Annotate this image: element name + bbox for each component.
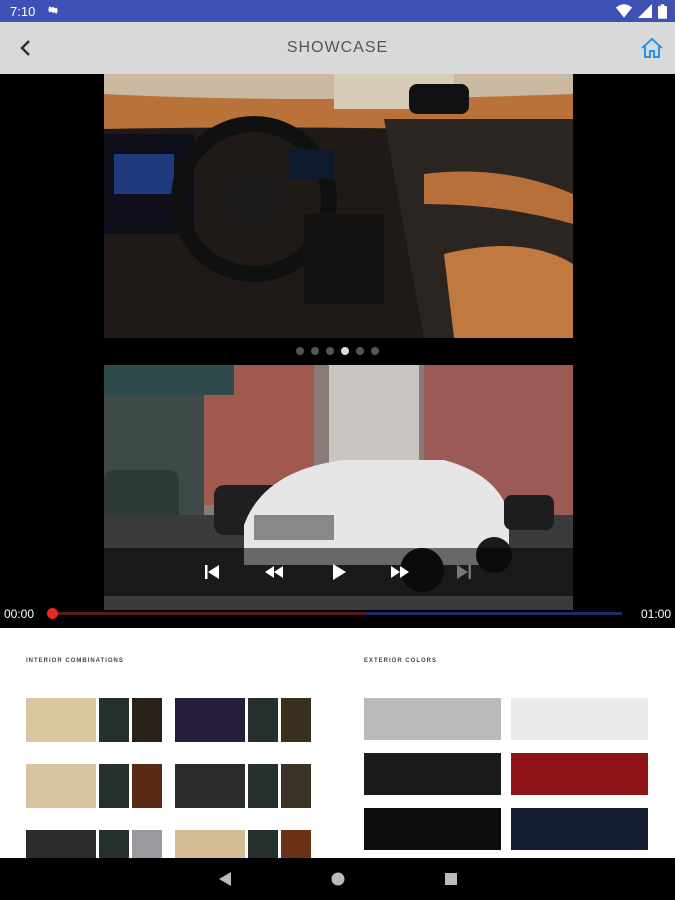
nav-home-icon[interactable] <box>329 870 347 888</box>
pager-dot-active[interactable] <box>341 347 349 355</box>
duration: 01:00 <box>640 607 671 621</box>
wifi-icon <box>616 4 632 18</box>
current-time: 00:00 <box>4 607 35 621</box>
seek-thumb[interactable] <box>47 608 58 619</box>
signal-icon <box>638 4 652 18</box>
exterior-swatch <box>511 698 648 740</box>
gallery-pager <box>0 347 675 355</box>
nav-back-icon[interactable] <box>216 870 234 888</box>
exterior-swatch <box>511 808 648 850</box>
battery-icon <box>658 3 667 19</box>
seek-bar[interactable] <box>47 608 622 619</box>
system-nav-bar <box>0 858 675 900</box>
media-stage: 00:00 01:00 <box>0 74 675 628</box>
exterior-swatch <box>364 753 501 795</box>
rewind-icon[interactable] <box>262 560 286 584</box>
pager-dot[interactable] <box>356 347 364 355</box>
skip-next-icon[interactable] <box>452 560 476 584</box>
exterior-swatch <box>364 698 501 740</box>
exterior-heading: EXTERIOR COLORS <box>364 658 438 664</box>
pager-dot[interactable] <box>311 347 319 355</box>
app-bar: SHOWCASE <box>0 22 675 74</box>
pager-dot[interactable] <box>296 347 304 355</box>
pager-dot[interactable] <box>326 347 334 355</box>
interior-heading: INTERIOR COMBINATIONS <box>26 658 124 664</box>
home-icon[interactable] <box>639 35 665 61</box>
gear-icon <box>47 6 59 14</box>
page-title: SHOWCASE <box>286 39 389 56</box>
interior-photo-art <box>104 74 573 338</box>
interior-photo[interactable] <box>104 74 573 338</box>
player-controls <box>104 548 573 596</box>
nav-recents-icon[interactable] <box>442 870 460 888</box>
seek-buffer <box>52 612 366 615</box>
play-icon[interactable] <box>326 560 350 584</box>
brochure-page[interactable]: INTERIOR COMBINATIONS EXTERIOR COLORS <box>0 628 675 858</box>
skip-previous-icon[interactable] <box>200 560 224 584</box>
exterior-swatch <box>511 753 648 795</box>
exterior-swatch <box>364 808 501 850</box>
pager-dot[interactable] <box>371 347 379 355</box>
fast-forward-icon[interactable] <box>388 560 412 584</box>
status-bar: 7:10 <box>0 0 675 22</box>
status-time: 7:10 <box>10 4 36 19</box>
